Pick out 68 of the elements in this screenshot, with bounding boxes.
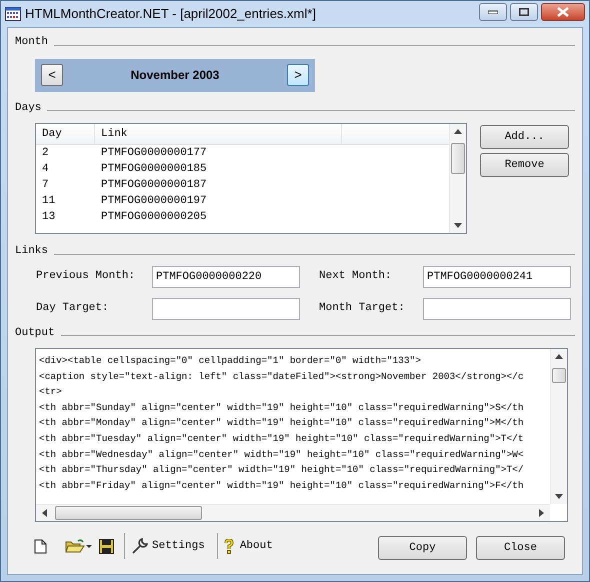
text-field[interactable]: PTMFOG0000000220	[152, 266, 300, 288]
next-month-button[interactable]: >	[287, 64, 309, 86]
field-label: Day Target:	[36, 301, 110, 316]
field-label: Month Target:	[319, 301, 406, 316]
new-file-icon[interactable]	[34, 538, 47, 554]
code-line: <th abbr="Monday" align="center" width="19" height="10" class="requiredWarning">M</th	[39, 416, 525, 430]
scroll-thumb[interactable]	[552, 368, 566, 383]
table-cell-text: PTMFOG0000000185	[100, 162, 208, 177]
column-header[interactable]: Day	[36, 124, 95, 144]
question-mark-icon	[224, 538, 234, 554]
text-field[interactable]: PTMFOG0000000241	[423, 266, 571, 288]
section-label: Output	[15, 326, 55, 340]
close-icon	[557, 7, 569, 17]
code-line: <th abbr="Thursday" align="center" width="19" height="10" class="requiredWarning">T</	[39, 463, 525, 478]
scroll-left-icon[interactable]	[42, 509, 47, 517]
text-field[interactable]	[152, 298, 300, 320]
month-title: November 2003	[130, 67, 220, 84]
code-line: <caption style="text-align: left" class="dateFiled"><strong>November 2003</strong></c	[39, 370, 525, 384]
section-label: Links	[15, 244, 48, 259]
field-label: Previous Month:	[36, 269, 136, 284]
dialog-button[interactable]: Close	[476, 536, 565, 560]
maximize-icon	[519, 8, 529, 16]
scroll-down-icon[interactable]	[454, 223, 462, 228]
code-line: <th abbr="Friday" align="center" width="19" height="10" class="requiredWarning">F</th	[39, 478, 525, 493]
vertical-scrollbar[interactable]	[449, 124, 466, 233]
code-line: <th abbr="Wednesday" align="center" width="19" height="10" class="requiredWarning">W<	[39, 448, 525, 462]
column-header[interactable]: Link	[95, 124, 342, 144]
horizontal-scrollbar[interactable]	[36, 504, 550, 521]
scroll-right-icon[interactable]	[539, 509, 544, 517]
table-cell-text: PTMFOG0000000205	[100, 210, 208, 225]
settings-button[interactable]: Settings	[131, 537, 205, 555]
table-cell-text: 11	[41, 194, 56, 209]
wrench-icon	[131, 537, 149, 555]
table-cell-text: PTMFOG0000000197	[100, 194, 208, 209]
close-button[interactable]	[541, 3, 585, 21]
open-folder-icon[interactable]	[65, 538, 93, 554]
minimize-icon	[488, 10, 498, 14]
window-title: HTMLMonthCreator.NET - [april2002_entries.xml*]	[25, 5, 316, 24]
code-line: <th abbr="Tuesday" align="center" width="19" height="10" class="requiredWarning">T</t	[39, 432, 525, 446]
text-field[interactable]	[423, 298, 571, 320]
code-line: <tr>	[39, 385, 63, 400]
scroll-up-icon[interactable]	[454, 129, 462, 134]
days-button[interactable]: Remove	[480, 153, 569, 177]
scroll-thumb[interactable]	[451, 143, 465, 174]
scroll-up-icon[interactable]	[555, 354, 563, 359]
previous-month-button[interactable]: <	[41, 64, 63, 86]
scroll-down-icon[interactable]	[555, 494, 563, 499]
section-label: Days	[15, 100, 42, 116]
output-text-area[interactable]	[35, 348, 568, 522]
dialog-button[interactable]: Copy	[378, 536, 467, 560]
table-cell-text: PTMFOG0000000177	[100, 146, 208, 161]
maximize-button[interactable]	[510, 3, 538, 21]
calendar-icon	[5, 7, 21, 21]
field-label: Next Month:	[319, 269, 393, 284]
save-icon[interactable]	[99, 538, 114, 554]
vertical-scrollbar[interactable]	[550, 349, 567, 504]
table-cell-text: 13	[41, 210, 56, 225]
days-button[interactable]: Add...	[480, 125, 569, 149]
about-button[interactable]: About	[224, 538, 273, 554]
code-line: <div><table cellspacing="0" cellpadding="1" border="0" width="133">	[39, 354, 422, 368]
table-cell-text: 2	[41, 146, 50, 161]
table-cell-text: 7	[41, 178, 50, 193]
table-cell-text: PTMFOG0000000187	[100, 178, 208, 193]
table-cell-text: 4	[41, 162, 50, 177]
code-line: <th abbr="Sunday" align="center" width="19" height="10" class="requiredWarning">S</th	[39, 400, 525, 415]
scroll-thumb[interactable]	[55, 506, 202, 520]
section-label: Month	[15, 35, 48, 50]
minimize-button[interactable]	[479, 3, 507, 21]
